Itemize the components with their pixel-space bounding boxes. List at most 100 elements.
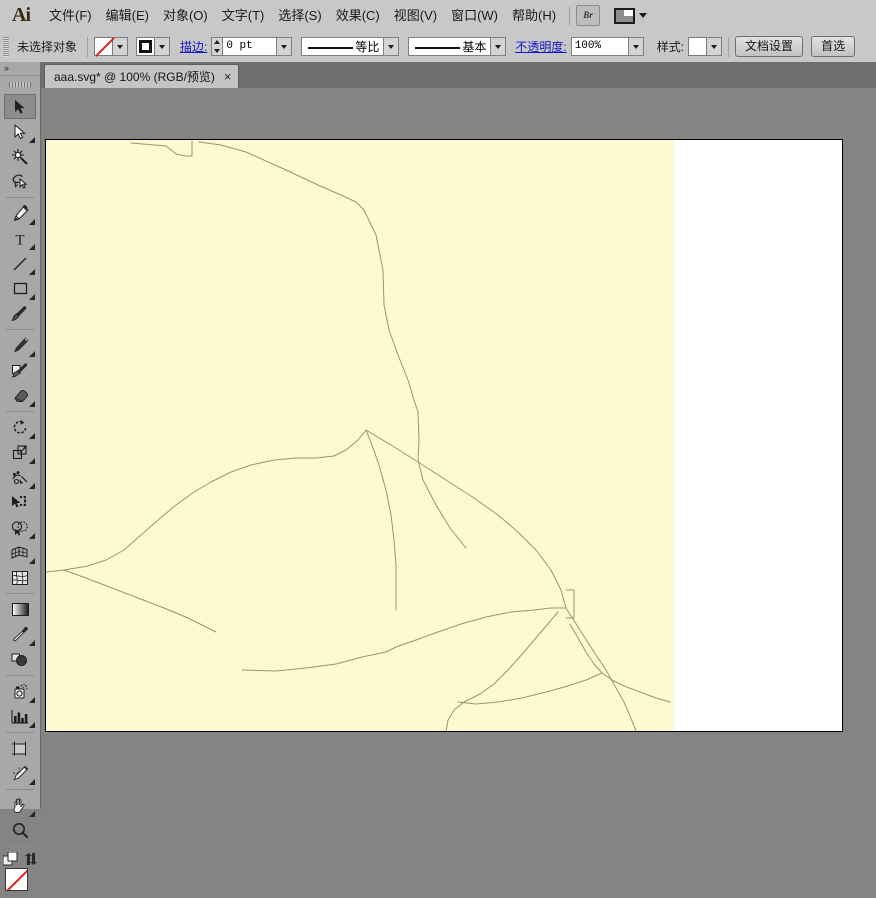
line-segment-tool[interactable] [4, 251, 36, 276]
type-T-icon: T [12, 231, 28, 247]
document-tab[interactable]: aaa.svg* @ 100% (RGB/预览) × [44, 64, 239, 88]
shape-builder-tool[interactable] [4, 515, 36, 540]
menu-bar: Ai 文件(F) 编辑(E) 对象(O) 文字(T) 选择(S) 效果(C) 视图(V) 窗口… [0, 0, 876, 32]
menu-type[interactable]: 文字(T) [215, 0, 272, 31]
opacity-dropdown[interactable] [628, 37, 644, 56]
stroke-swatch[interactable] [136, 37, 156, 56]
blend-tool[interactable] [4, 647, 36, 672]
tools-panel-collapse-button[interactable]: » [0, 62, 40, 76]
eraser-tool[interactable] [4, 383, 36, 408]
artboard-tool[interactable] [4, 736, 36, 761]
default-fill-stroke-icon[interactable] [2, 852, 18, 866]
graphic-style-control[interactable] [688, 37, 723, 56]
stroke-dropdown-button[interactable] [155, 37, 171, 56]
close-icon[interactable]: × [224, 70, 232, 83]
flyout-indicator-icon[interactable] [29, 401, 35, 407]
stroke-weight-dropdown[interactable] [277, 37, 293, 56]
flyout-indicator-icon[interactable] [29, 483, 35, 489]
control-bar-grip[interactable] [3, 36, 9, 57]
paintbrush-tool[interactable] [4, 301, 36, 326]
flyout-indicator-icon[interactable] [29, 640, 35, 646]
stroke-profile-control[interactable]: 等比 [301, 37, 400, 56]
preferences-button[interactable]: 首选 [811, 36, 856, 57]
menu-edit[interactable]: 编辑(E) [99, 0, 156, 31]
workspace-switcher-button[interactable] [614, 7, 648, 24]
graphic-style-dropdown[interactable] [707, 37, 723, 56]
canvas-area[interactable] [41, 88, 876, 809]
tools-panel-grip[interactable] [9, 78, 31, 91]
flyout-indicator-icon[interactable] [29, 558, 35, 564]
menu-file[interactable]: 文件(F) [42, 0, 99, 31]
menu-select[interactable]: 选择(S) [271, 0, 328, 31]
artboard[interactable] [45, 139, 843, 732]
rotate-tool[interactable] [4, 415, 36, 440]
zoom-tool[interactable] [4, 818, 36, 843]
direct-selection-tool[interactable] [4, 119, 36, 144]
stroke-label[interactable]: 描边: [180, 38, 207, 55]
line-icon [12, 256, 28, 272]
flyout-indicator-icon[interactable] [29, 433, 35, 439]
menu-object[interactable]: 对象(O) [156, 0, 215, 31]
opacity-control[interactable]: 100% [570, 37, 644, 56]
magic-wand-tool[interactable] [4, 144, 36, 169]
eyedropper-tool[interactable] [4, 622, 36, 647]
symbol-sprayer-tool[interactable] [4, 679, 36, 704]
flyout-indicator-icon[interactable] [29, 811, 35, 817]
flyout-indicator-icon[interactable] [29, 244, 35, 250]
pencil-tool[interactable] [4, 333, 36, 358]
bridge-button[interactable]: Br [576, 5, 601, 26]
perspective-grid-tool[interactable] [4, 540, 36, 565]
scale-tool[interactable] [4, 440, 36, 465]
brush-definition-combo[interactable]: 基本 [408, 37, 492, 56]
slice-tool[interactable] [4, 761, 36, 786]
opacity-field[interactable]: 100% [570, 37, 629, 56]
rectangle-tool[interactable] [4, 276, 36, 301]
scale-icon [12, 444, 29, 461]
flyout-indicator-icon[interactable] [29, 219, 35, 225]
hand-tool[interactable] [4, 793, 36, 818]
flyout-indicator-icon[interactable] [29, 294, 35, 300]
menu-help[interactable]: 帮助(H) [505, 0, 563, 31]
gradient-tool[interactable] [4, 597, 36, 622]
fill-color-swatch[interactable] [5, 868, 28, 891]
type-tool[interactable]: T [4, 226, 36, 251]
stroke-weight-control[interactable]: 0 pt [211, 37, 293, 56]
artwork-vector-map[interactable] [46, 140, 842, 731]
opacity-label[interactable]: 不透明度: [515, 38, 566, 55]
pen-tool[interactable] [4, 201, 36, 226]
stroke-control[interactable] [136, 37, 171, 56]
flyout-indicator-icon[interactable] [29, 269, 35, 275]
blob-brush-tool[interactable] [4, 358, 36, 383]
fill-control[interactable] [94, 37, 129, 56]
chevron-down-icon [639, 13, 648, 18]
brush-definition-dropdown[interactable] [491, 37, 507, 56]
free-transform-tool[interactable] [4, 490, 36, 515]
stroke-weight-field[interactable]: 0 pt [222, 37, 278, 56]
menu-effect[interactable]: 效果(C) [329, 0, 387, 31]
swap-fill-stroke-icon[interactable] [24, 852, 38, 866]
flyout-indicator-icon[interactable] [29, 722, 35, 728]
flyout-indicator-icon[interactable] [29, 779, 35, 785]
flyout-indicator-icon[interactable] [29, 458, 35, 464]
mesh-tool[interactable] [4, 565, 36, 590]
selection-tool[interactable] [4, 94, 36, 119]
stroke-profile-dropdown[interactable] [384, 37, 400, 56]
lasso-tool[interactable] [4, 169, 36, 194]
flyout-indicator-icon[interactable] [29, 533, 35, 539]
fill-dropdown-button[interactable] [113, 37, 129, 56]
graphic-style-swatch[interactable] [688, 37, 708, 56]
menu-view[interactable]: 视图(V) [387, 0, 444, 31]
width-tool[interactable] [4, 465, 36, 490]
flyout-indicator-icon[interactable] [29, 137, 35, 143]
flyout-indicator-icon[interactable] [29, 351, 35, 357]
stroke-weight-stepper[interactable] [211, 37, 223, 56]
fill-stroke-indicator[interactable] [4, 868, 36, 898]
arrow-hollow-icon [12, 123, 28, 140]
brush-definition-control[interactable]: 基本 [408, 37, 507, 56]
stroke-profile-combo[interactable]: 等比 [301, 37, 385, 56]
menu-window[interactable]: 窗口(W) [444, 0, 505, 31]
fill-swatch[interactable] [94, 37, 114, 56]
flyout-indicator-icon[interactable] [29, 697, 35, 703]
column-graph-tool[interactable] [4, 704, 36, 729]
document-setup-button[interactable]: 文档设置 [735, 36, 804, 57]
